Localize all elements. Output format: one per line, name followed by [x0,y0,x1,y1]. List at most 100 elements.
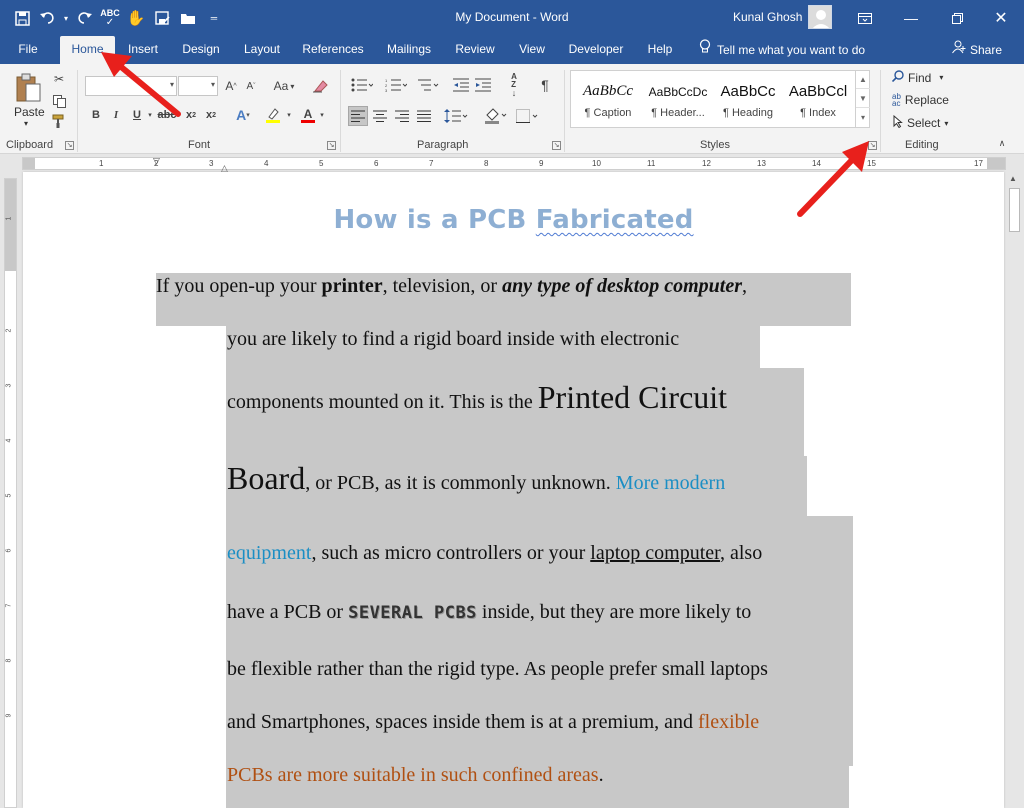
grow-font-icon[interactable]: A ^ [222,77,240,95]
tab-insert[interactable]: Insert [120,36,166,64]
vertical-scrollbar[interactable]: ▲ [1006,172,1024,808]
font-color-dropdown-icon[interactable]: ▾ [318,108,326,122]
collapse-ribbon-icon[interactable]: ∧ [995,136,1009,150]
paste-label[interactable]: Paste [14,105,45,119]
ruler-number: 14 [812,159,821,168]
italic-icon[interactable]: I [107,106,125,124]
clear-formatting-icon[interactable] [310,77,330,95]
strikethrough-icon[interactable]: abc [158,106,177,124]
highlight-dropdown-icon[interactable]: ▾ [285,108,293,122]
tab-references[interactable]: References [296,36,370,64]
user-name[interactable]: Kunal Ghosh [733,10,802,24]
vertical-ruler-number: 3 [5,383,13,388]
find-button[interactable]: Find ▾ [891,70,943,85]
paragraph-launcher-icon[interactable]: ↘ [552,141,561,150]
tab-developer[interactable]: Developer [562,36,630,64]
undo-dropdown-icon[interactable]: ▾ [62,6,70,30]
touch-mode-icon[interactable]: ✋ [124,6,148,30]
tab-file[interactable]: File [8,36,48,64]
text-run: , also [719,542,763,564]
redo-icon[interactable] [72,6,96,30]
tab-help[interactable]: Help [638,36,682,64]
scroll-up-icon[interactable]: ▲ [1009,174,1017,183]
borders-icon[interactable] [514,106,542,126]
copy-icon[interactable] [50,92,68,110]
subscript-icon[interactable]: x2 [182,106,200,124]
tell-me-text: Tell me what you want to do [717,43,866,57]
text-effects-icon[interactable]: A ▾ [232,106,254,124]
open-folder-icon[interactable] [176,6,200,30]
paste-dropdown-icon[interactable]: ▾ [24,119,28,128]
tab-review[interactable]: Review [448,36,502,64]
minimize-icon[interactable]: — [888,0,934,36]
align-left-icon[interactable] [348,106,368,126]
change-case-icon[interactable]: Aa ▾ [270,77,298,95]
font-color-icon[interactable]: A [298,106,318,124]
spelling-check-icon[interactable]: ABC ✓ [98,6,122,30]
format-painter-icon[interactable] [50,112,68,130]
vertical-ruler[interactable]: 1 2 3 4 5 6 7 8 9 [4,178,17,808]
clipboard-launcher-icon[interactable]: ↘ [65,141,74,150]
group-separator [340,70,341,152]
underline-icon[interactable]: U [128,106,146,124]
save-as-icon[interactable] [150,6,174,30]
document-page[interactable]: How is a PCB Fabricated If you open-up y… [23,172,1004,808]
line-spacing-icon[interactable] [442,106,470,126]
paragraph-line-6: have a PCB or SEVERAL PCBS inside, but t… [227,601,751,624]
style-caption[interactable]: AaBbCc ¶ Caption [573,71,643,127]
align-center-icon[interactable] [370,106,390,126]
ribbon-display-options-icon[interactable] [842,0,888,36]
misspelled-word[interactable]: Fabricated [536,205,694,235]
font-size-combo[interactable]: ▾ [178,76,218,96]
tab-mailings[interactable]: Mailings [378,36,440,64]
paragraph-line-8: and Smartphones, spaces inside them is a… [227,711,759,734]
paste-icon[interactable] [14,72,44,104]
share-button[interactable]: Share [952,36,1002,64]
tell-me-search[interactable]: Tell me what you want to do [699,36,865,64]
editing-group-label: Editing [905,139,939,151]
save-icon[interactable] [10,6,34,30]
superscript-icon[interactable]: x2 [202,106,220,124]
numbering-icon[interactable]: 123 [382,76,410,94]
style-header[interactable]: AaBbCcDc ¶ Header... [643,71,713,127]
styles-more-icon[interactable]: ▾ [856,108,870,127]
scroll-thumb[interactable] [1009,188,1020,232]
styles-scroll-down-icon[interactable]: ▼ [856,89,870,108]
restore-icon[interactable] [934,0,980,36]
show-formatting-marks-icon[interactable]: ¶ [536,76,554,94]
align-right-icon[interactable] [392,106,412,126]
horizontal-ruler[interactable]: 1 2 3 4 5 6 7 8 9 10 11 12 13 14 15 17 ▽… [22,156,1006,173]
bold-icon[interactable]: B [87,106,105,124]
cut-icon[interactable]: ✂ [50,70,68,88]
styles-launcher-icon[interactable]: ↘ [868,141,877,150]
increase-indent-icon[interactable] [474,76,492,94]
text-run: , or PCB, as it is commonly unknown. [305,472,616,494]
undo-icon[interactable] [36,6,60,30]
decrease-indent-icon[interactable] [452,76,470,94]
styles-scroll-up-icon[interactable]: ▲ [856,70,870,89]
shrink-font-icon[interactable]: Aˇ [242,77,260,95]
close-icon[interactable]: ✕ [978,0,1024,36]
justify-icon[interactable] [414,106,434,126]
select-button[interactable]: Select ▾ [893,114,948,131]
font-launcher-icon[interactable]: ↘ [327,141,336,150]
sort-icon[interactable]: A Z ↓ [505,73,523,98]
vertical-ruler-number: 4 [5,438,13,443]
first-line-indent-marker[interactable]: ▽ [153,156,160,167]
highlight-color-icon[interactable] [262,106,284,124]
style-heading[interactable]: AaBbCc ¶ Heading [713,71,783,127]
replace-button[interactable]: ab ac Replace [892,93,949,108]
shading-icon[interactable] [482,106,510,126]
customize-qat-icon[interactable]: ═ [202,6,226,30]
text-run: . [598,764,604,786]
tab-layout[interactable]: Layout [236,36,288,64]
multilevel-list-icon[interactable] [414,76,442,94]
underline-dropdown-icon[interactable]: ▾ [146,108,154,122]
font-name-combo[interactable]: ▾ [85,76,177,96]
tab-home[interactable]: Home [60,36,115,65]
tab-view[interactable]: View [510,36,554,64]
style-index[interactable]: AaBbCcl ¶ Index [783,71,853,127]
avatar[interactable] [808,5,832,29]
tab-design[interactable]: Design [174,36,228,64]
bullets-icon[interactable] [348,76,376,94]
